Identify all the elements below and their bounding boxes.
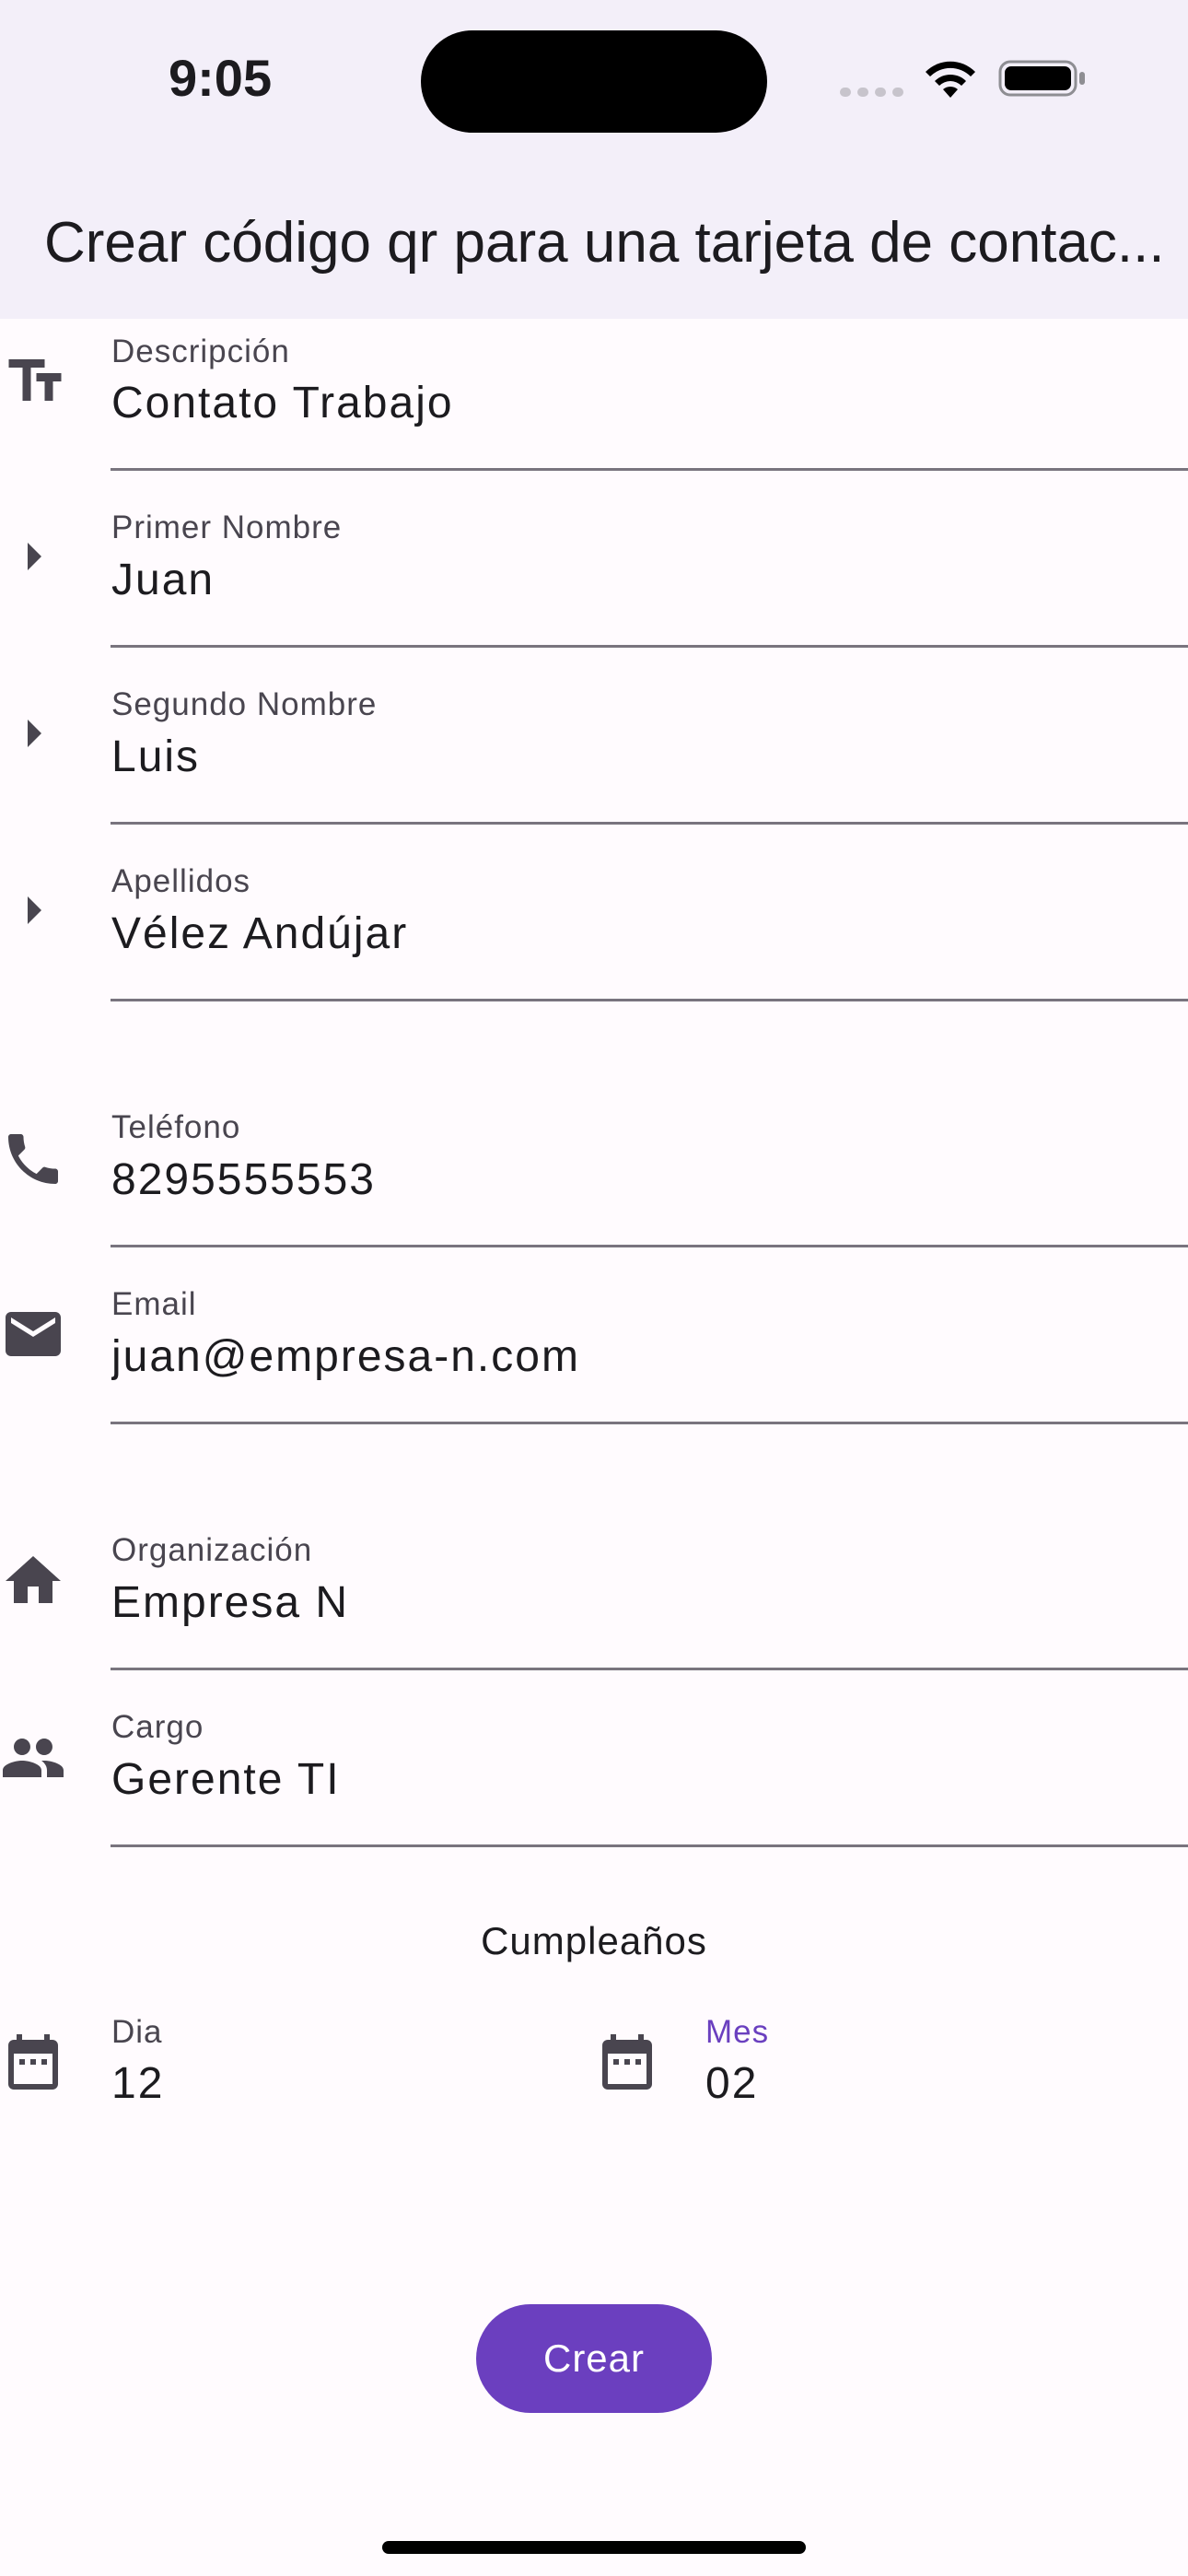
descripcion-underline bbox=[111, 468, 1188, 471]
people-icon bbox=[3, 1739, 64, 1777]
battery-icon bbox=[998, 60, 1085, 97]
primer-nombre-underline bbox=[111, 645, 1188, 648]
mes-input[interactable] bbox=[705, 2058, 1147, 2109]
organizacion-input[interactable] bbox=[111, 1577, 1161, 1628]
home-indicator[interactable] bbox=[382, 2541, 806, 2554]
home-icon bbox=[6, 1556, 61, 1603]
cargo-label: Cargo bbox=[111, 1709, 204, 1745]
descripcion-label: Descripción bbox=[111, 334, 290, 369]
arrow-right-icon bbox=[28, 543, 41, 570]
wifi-icon bbox=[926, 61, 975, 98]
telefono-label: Teléfono bbox=[111, 1109, 241, 1145]
app-bar: Crear código qr para una tarjeta de cont… bbox=[0, 175, 1188, 319]
page-title: Crear código qr para una tarjeta de cont… bbox=[44, 211, 1165, 275]
apellidos-input[interactable] bbox=[111, 908, 1161, 959]
organizacion-underline bbox=[111, 1668, 1188, 1670]
cargo-input[interactable] bbox=[111, 1754, 1161, 1805]
email-underline bbox=[111, 1422, 1188, 1424]
mes-label: Mes bbox=[705, 2014, 770, 2050]
descripcion-input[interactable] bbox=[111, 378, 1161, 428]
apellidos-label: Apellidos bbox=[111, 863, 251, 899]
telefono-underline bbox=[111, 1245, 1188, 1247]
text-fields-icon bbox=[8, 359, 62, 401]
dia-input[interactable] bbox=[111, 2058, 553, 2109]
telefono-input[interactable] bbox=[111, 1154, 1161, 1205]
create-button[interactable]: Crear bbox=[476, 2304, 712, 2413]
arrow-right-icon bbox=[28, 896, 41, 924]
cellular-signal-icon bbox=[840, 88, 903, 97]
cargo-underline bbox=[111, 1844, 1188, 1847]
dynamic-island bbox=[421, 30, 767, 133]
primer-nombre-input[interactable] bbox=[111, 555, 1161, 605]
calendar-icon bbox=[8, 2034, 58, 2090]
apellidos-underline bbox=[111, 999, 1188, 1001]
organizacion-label: Organización bbox=[111, 1532, 313, 1568]
dia-label: Dia bbox=[111, 2014, 163, 2050]
email-input[interactable] bbox=[111, 1331, 1161, 1382]
segundo-nombre-input[interactable] bbox=[111, 732, 1161, 782]
segundo-nombre-underline bbox=[111, 822, 1188, 825]
status-bar: 9:05 bbox=[0, 0, 1188, 175]
primer-nombre-label: Primer Nombre bbox=[111, 509, 343, 545]
email-icon bbox=[6, 1312, 61, 1356]
phone-icon bbox=[8, 1134, 58, 1184]
status-time: 9:05 bbox=[169, 49, 273, 107]
calendar-icon bbox=[602, 2034, 652, 2090]
email-label: Email bbox=[111, 1286, 197, 1322]
birthday-section-title: Cumpleaños bbox=[481, 1919, 707, 1962]
segundo-nombre-label: Segundo Nombre bbox=[111, 686, 378, 722]
arrow-right-icon bbox=[28, 720, 41, 747]
